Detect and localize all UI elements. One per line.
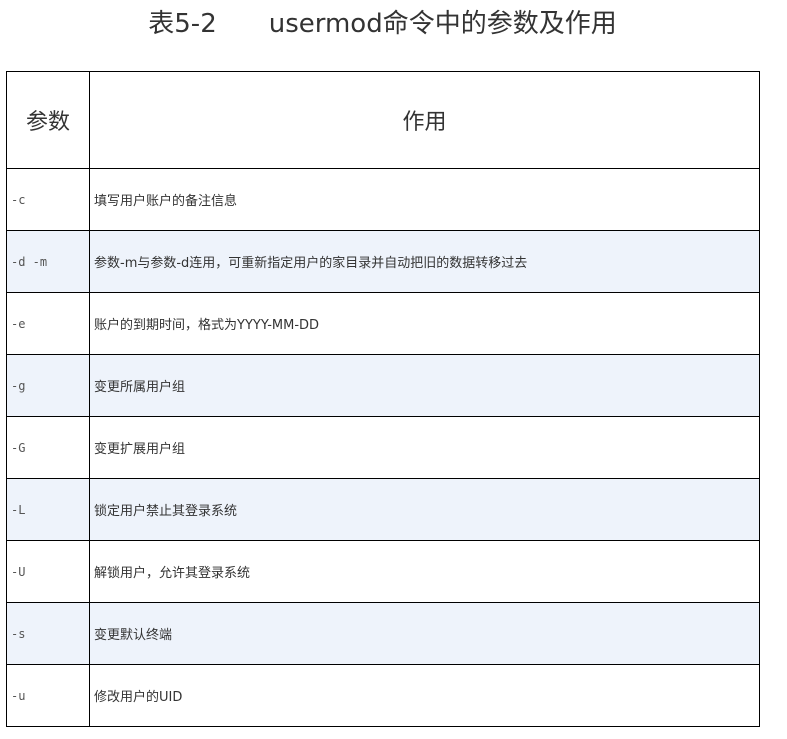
desc-cell: 锁定用户禁止其登录系统 bbox=[89, 478, 760, 541]
table-row: -c 填写用户账户的备注信息 bbox=[6, 168, 760, 231]
table-row: -u 修改用户的UID bbox=[6, 664, 760, 727]
table-row: -L 锁定用户禁止其登录系统 bbox=[6, 478, 760, 541]
param-cell: -e bbox=[6, 292, 90, 355]
desc-cell: 变更所属用户组 bbox=[89, 354, 760, 417]
param-cell: -G bbox=[6, 416, 90, 479]
desc-cell: 账户的到期时间，格式为YYYY-MM-DD bbox=[89, 292, 760, 355]
table-row: -g 变更所属用户组 bbox=[6, 354, 760, 417]
param-cell: -U bbox=[6, 540, 90, 603]
param-cell: -g bbox=[6, 354, 90, 417]
desc-cell: 修改用户的UID bbox=[89, 664, 760, 727]
table-caption: 表5-2 usermod命令中的参数及作用 bbox=[148, 9, 617, 39]
desc-cell: 变更扩展用户组 bbox=[89, 416, 760, 479]
param-cell: -d -m bbox=[6, 230, 90, 293]
table-row: -U 解锁用户，允许其登录系统 bbox=[6, 540, 760, 603]
desc-cell: 参数-m与参数-d连用，可重新指定用户的家目录并自动把旧的数据转移过去 bbox=[89, 230, 760, 293]
param-cell: -c bbox=[6, 168, 90, 231]
desc-cell: 解锁用户，允许其登录系统 bbox=[89, 540, 760, 603]
param-cell: -s bbox=[6, 602, 90, 665]
table-row: -G 变更扩展用户组 bbox=[6, 416, 760, 479]
desc-cell: 填写用户账户的备注信息 bbox=[89, 168, 760, 231]
usermod-parameters-table: 参数 作用 -c 填写用户账户的备注信息 -d -m 参数-m与参数-d连用，可… bbox=[6, 71, 760, 727]
param-cell: -u bbox=[6, 664, 90, 727]
param-cell: -L bbox=[6, 478, 90, 541]
table-row: -d -m 参数-m与参数-d连用，可重新指定用户的家目录并自动把旧的数据转移过… bbox=[6, 230, 760, 293]
header-param: 参数 bbox=[6, 71, 90, 169]
table-header-row: 参数 作用 bbox=[6, 71, 760, 169]
table-row: -s 变更默认终端 bbox=[6, 602, 760, 665]
desc-cell: 变更默认终端 bbox=[89, 602, 760, 665]
header-function: 作用 bbox=[89, 71, 760, 169]
table-row: -e 账户的到期时间，格式为YYYY-MM-DD bbox=[6, 292, 760, 355]
